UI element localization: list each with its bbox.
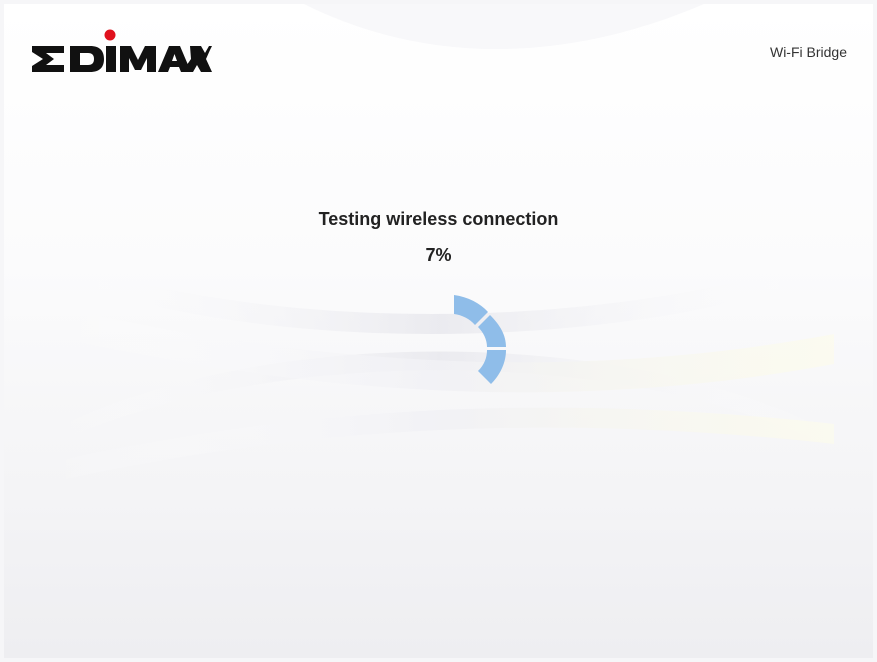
spinner-segment <box>454 295 488 325</box>
loading-spinner-icon <box>454 295 506 384</box>
spinner-segment <box>478 350 506 384</box>
edimax-logo-icon <box>32 29 212 72</box>
progress-percent: 7% <box>425 245 452 265</box>
status-title: Testing wireless connection <box>318 209 559 229</box>
spinner-segment <box>478 315 506 347</box>
setup-wizard-page: Wi-Fi Bridge Testing wireless connection… <box>4 4 873 658</box>
product-name: Wi-Fi Bridge <box>769 44 847 60</box>
edimax-logo <box>28 26 212 76</box>
background-waves <box>44 4 834 484</box>
